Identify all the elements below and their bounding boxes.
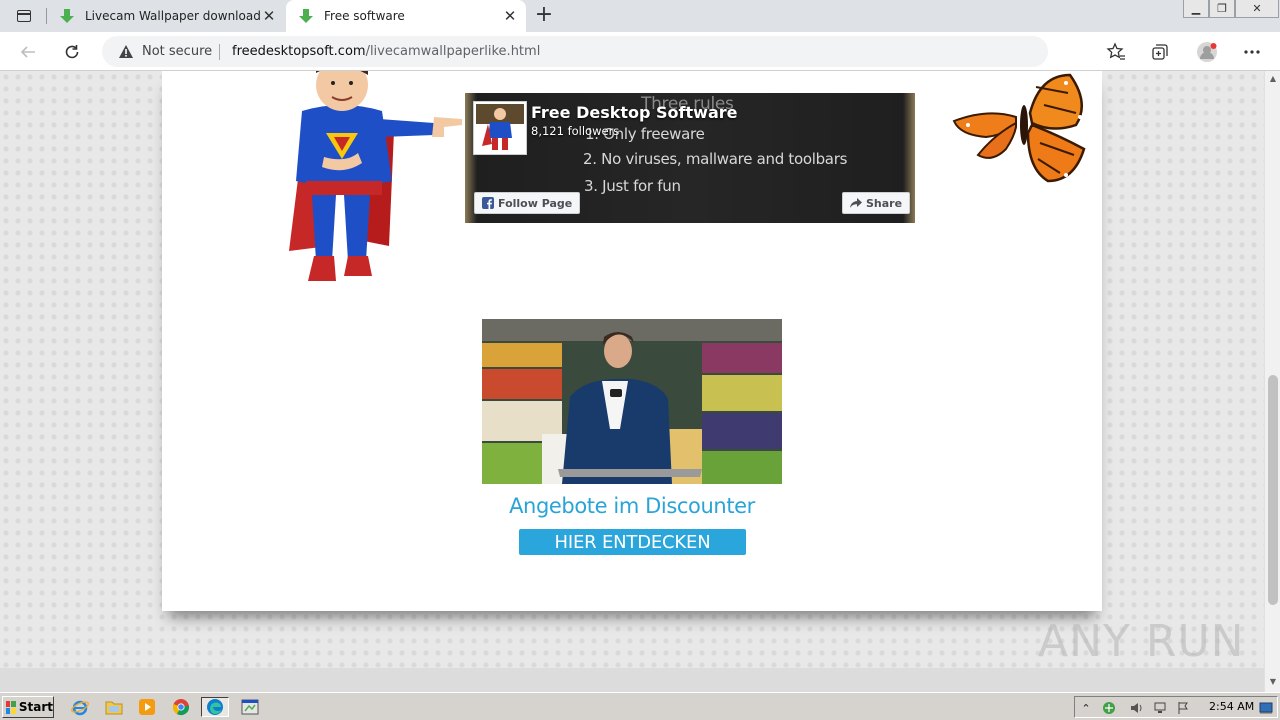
system-tray: ⌃ 2:54 AM: [1074, 696, 1278, 718]
tab-title: Livecam Wallpaper download pa: [85, 9, 260, 23]
watermark-text: ANY RUN: [1038, 615, 1245, 667]
butterfly-image: [952, 73, 1086, 183]
favorites-button[interactable]: [1104, 40, 1128, 64]
tab-livecam[interactable]: Livecam Wallpaper download pa ✕: [47, 0, 285, 32]
profile-button[interactable]: [1195, 40, 1219, 64]
avatar-icon: [1197, 42, 1217, 62]
url-field[interactable]: Not secure freedesktopsoft.com/livecamwa…: [102, 36, 1048, 67]
facebook-page-widget[interactable]: Three rules 1. Only freeware 2. No virus…: [465, 93, 915, 223]
network-status-icon[interactable]: [1101, 700, 1117, 716]
share-label: Share: [866, 196, 903, 210]
new-tab-button[interactable]: +: [532, 4, 556, 28]
supermarket-shopper-photo[interactable]: [482, 319, 782, 484]
scroll-up-icon[interactable]: ▲: [1268, 74, 1278, 83]
url-text[interactable]: freedesktopsoft.com/livecamwallpaperlike…: [232, 44, 540, 59]
superhero-mascot-image: [289, 71, 462, 281]
scroll-down-icon[interactable]: ▼: [1268, 677, 1278, 686]
edge-icon[interactable]: [201, 697, 229, 717]
network-icon[interactable]: [1152, 700, 1168, 716]
reload-button[interactable]: [59, 39, 85, 65]
url-divider: [219, 44, 220, 60]
app-icon[interactable]: [236, 697, 264, 717]
scroll-thumb[interactable]: [1268, 375, 1278, 605]
superhero-avatar-icon: [474, 102, 526, 154]
tab-free-software[interactable]: Free software ✕: [286, 0, 526, 32]
media-player-icon[interactable]: [136, 697, 158, 717]
advertisement[interactable]: Angebote im Discounter HIER ENTDECKEN: [482, 319, 782, 559]
share-arrow-icon: [850, 198, 862, 208]
show-hidden-icon[interactable]: ⌃: [1078, 700, 1094, 716]
action-center-flag-icon[interactable]: [1175, 700, 1191, 716]
start-button[interactable]: Start: [2, 696, 54, 718]
follow-page-label: Follow Page: [498, 196, 573, 210]
reload-icon: [65, 45, 79, 59]
collections-icon: [1152, 44, 1168, 60]
menu-button[interactable]: [1240, 40, 1264, 64]
close-window-icon[interactable]: ✕: [1235, 0, 1279, 18]
star-list-icon: [1106, 42, 1125, 60]
address-bar: Not secure freedesktopsoft.com/livecamwa…: [0, 32, 1280, 71]
page-name[interactable]: Free Desktop Software: [531, 103, 737, 122]
download-arrow-icon: [299, 9, 313, 23]
ad-headline[interactable]: Angebote im Discounter: [482, 494, 782, 518]
more-dots-icon: [1244, 50, 1260, 54]
restore-icon[interactable]: ❐: [1209, 0, 1235, 18]
back-arrow-icon: [20, 46, 35, 58]
follower-count: 8,121 followers: [531, 124, 620, 138]
minimize-icon[interactable]: ▁: [1183, 0, 1209, 18]
cover-rule: 3. Just for fun: [584, 177, 681, 195]
share-button[interactable]: Share: [842, 192, 911, 214]
page-avatar[interactable]: [473, 101, 527, 155]
close-tab-icon[interactable]: ✕: [502, 8, 518, 24]
tab-title: Free software: [324, 9, 405, 23]
tab-actions-icon: [17, 10, 31, 22]
windows-logo-icon: [6, 700, 16, 714]
volume-icon[interactable]: [1129, 700, 1145, 716]
facebook-logo-icon: [482, 197, 494, 209]
chrome-icon[interactable]: [170, 697, 192, 717]
page-viewport: Three rules 1. Only freeware 2. No virus…: [0, 71, 1264, 668]
taskbar: Start ⌃ 2:54 AM: [0, 692, 1280, 720]
back-button[interactable]: [15, 39, 41, 65]
security-status[interactable]: Not secure: [142, 44, 212, 59]
ad-cta-button[interactable]: HIER ENTDECKEN: [519, 529, 746, 555]
follow-page-button[interactable]: Follow Page: [474, 192, 581, 214]
window-controls: ▁ ❐ ✕: [1183, 0, 1279, 18]
start-label: Start: [18, 700, 53, 714]
close-tab-icon[interactable]: ✕: [261, 8, 277, 24]
collections-button[interactable]: [1148, 40, 1172, 64]
download-arrow-icon: [60, 9, 74, 23]
clock[interactable]: 2:54 AM: [1209, 700, 1254, 713]
url-path: /livecamwallpaperlike.html: [365, 44, 541, 59]
cover-rule: 2. No viruses, mallware and toolbars: [583, 150, 848, 168]
show-desktop-icon[interactable]: [1258, 700, 1274, 716]
folder-icon[interactable]: [103, 697, 125, 717]
url-host: freedesktopsoft.com: [232, 44, 366, 59]
vertical-scrollbar[interactable]: ▲ ▼: [1264, 71, 1280, 692]
anyrun-watermark: ANY RUN: [1038, 611, 1245, 668]
tab-actions-button[interactable]: [8, 5, 40, 27]
warning-icon[interactable]: [118, 44, 134, 59]
tab-bar: Livecam Wallpaper download pa ✕ Free sof…: [0, 0, 1280, 32]
ie-icon[interactable]: [69, 697, 91, 717]
